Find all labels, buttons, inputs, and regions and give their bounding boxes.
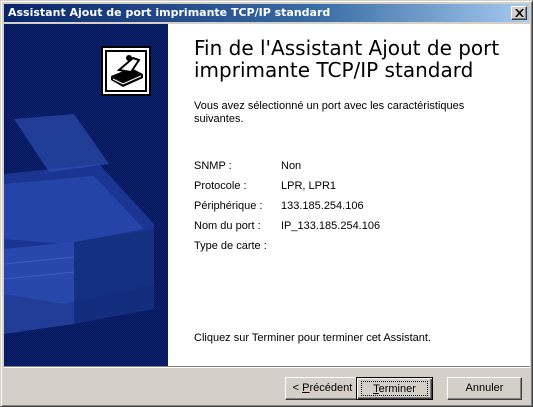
property-label: SNMP : (194, 160, 232, 172)
focus-rectangle: Terminer (361, 381, 428, 396)
back-button-prefix: < (292, 382, 303, 394)
cancel-button[interactable]: Annuler (447, 377, 522, 400)
finish-button[interactable]: Terminer (356, 377, 433, 400)
printer-wizard-icon (101, 46, 151, 96)
close-button[interactable] (511, 6, 527, 20)
close-icon (515, 9, 524, 17)
back-button-mnemonic: P (302, 382, 310, 394)
property-row-protocol: Protocole : LPR, LPR1 (194, 180, 524, 194)
intro-text: Vous avez sélectionné un port avec les c… (194, 100, 465, 125)
finish-button-label: erminer (378, 383, 416, 395)
property-row-snmp: SNMP : Non (194, 160, 524, 174)
finish-hint: Cliquez sur Terminer pour terminer cet A… (194, 332, 431, 344)
window-title: Assistant Ajout de port imprimante TCP/I… (8, 6, 331, 19)
back-button[interactable]: < Précédent (285, 377, 360, 400)
page-title: Fin de l'Assistant Ajout de port imprima… (194, 36, 500, 82)
wizard-content: Fin de l'Assistant Ajout de port imprima… (4, 24, 530, 367)
property-label: Périphérique : (194, 200, 263, 212)
property-label: Nom du port : (194, 220, 261, 232)
title-bar[interactable]: Assistant Ajout de port imprimante TCP/I… (4, 4, 529, 22)
property-value: IP_133.185.254.106 (281, 220, 381, 232)
property-value: Non (281, 160, 302, 172)
property-label: Protocole : (194, 180, 247, 192)
property-row-port-name: Nom du port : IP_133.185.254.106 (194, 220, 524, 234)
property-row-device: Périphérique : 133.185.254.106 (194, 200, 524, 214)
wizard-window: Assistant Ajout de port imprimante TCP/I… (0, 0, 533, 407)
back-button-label: récédent (309, 382, 353, 394)
property-value: LPR, LPR1 (281, 180, 337, 192)
property-value: 133.185.254.106 (281, 200, 364, 212)
property-label: Type de carte : (194, 240, 267, 252)
property-row-card-type: Type de carte : (194, 240, 524, 254)
side-panel (4, 24, 168, 366)
